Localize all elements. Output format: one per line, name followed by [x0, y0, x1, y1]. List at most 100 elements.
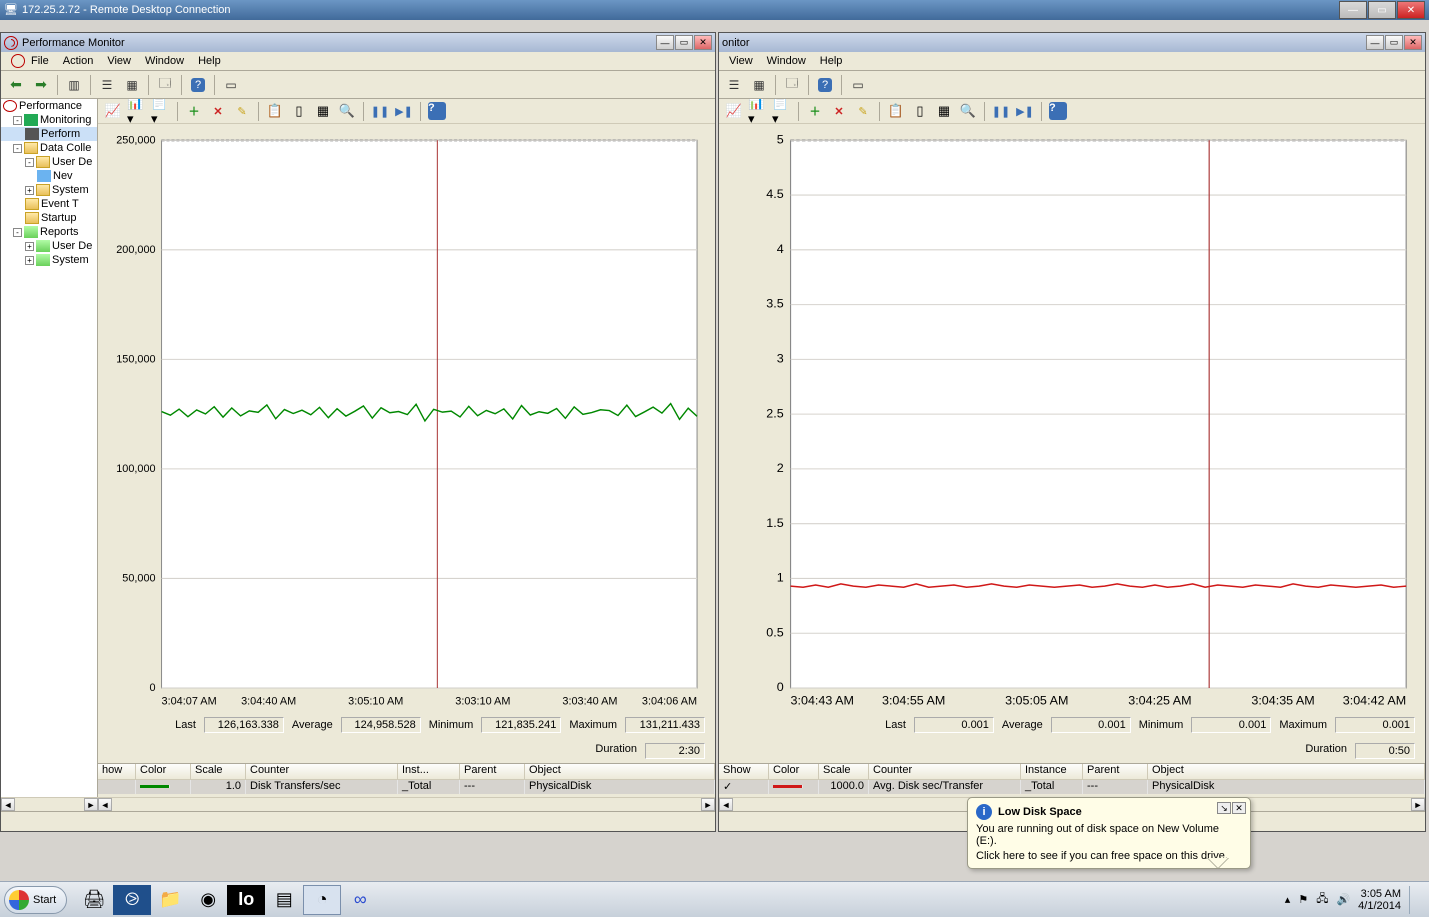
counter-row[interactable]: 1.0 Disk Transfers/sec _Total --- Physic… — [98, 780, 715, 794]
tree-system[interactable]: System — [52, 184, 89, 196]
menu-window[interactable]: Window — [145, 55, 184, 67]
tree-root[interactable]: Performance — [19, 100, 82, 112]
low-disk-balloon[interactable]: ↘✕ iLow Disk Space You are running out o… — [967, 797, 1251, 869]
menu-window-r[interactable]: Window — [767, 55, 806, 67]
copy-button[interactable]: 📋 — [264, 101, 286, 122]
properties-button[interactable]: ▦ — [933, 101, 955, 122]
expand-icon[interactable]: + — [25, 242, 34, 251]
tray-network-icon[interactable]: 🖧 — [1316, 890, 1328, 909]
export-button[interactable]: ▦ — [121, 74, 143, 96]
start-button[interactable]: Start — [4, 886, 67, 914]
help-button[interactable]: ? — [814, 74, 836, 96]
balloon-options-button[interactable]: ↘ — [1217, 802, 1231, 814]
view-histogram-button[interactable]: 📊▾ — [126, 101, 148, 122]
chart-area-right[interactable]: 00.511.522.533.544.553:04:43 AM3:04:55 A… — [719, 124, 1425, 713]
menu-view-r[interactable]: View — [729, 55, 753, 67]
help-button[interactable]: ? — [187, 74, 209, 96]
view-report-button[interactable]: 📄▾ — [771, 101, 793, 122]
add-counter-button[interactable]: ＋ — [183, 101, 205, 122]
delete-counter-button[interactable]: ✕ — [828, 101, 850, 122]
zoom-button[interactable]: 🔍 — [336, 101, 358, 122]
export-button[interactable]: ▦ — [748, 74, 770, 96]
paste-button[interactable]: ▯ — [909, 101, 931, 122]
rdp-minimize-button[interactable]: — — [1339, 1, 1367, 19]
chart-help-button[interactable]: ? — [1047, 101, 1069, 122]
rdp-maximize-button[interactable]: ▭ — [1368, 1, 1396, 19]
tray-show-hidden-icon[interactable]: ▴ — [1285, 893, 1291, 906]
cascade-button-r[interactable]: ▭ — [847, 74, 869, 96]
left-titlebar[interactable]: Performance Monitor — ▭ ✕ — [1, 33, 715, 52]
tree-reports-system[interactable]: System — [52, 254, 89, 266]
cascade-button[interactable]: ▭ — [220, 74, 242, 96]
view-graph-button[interactable]: 📈 — [723, 101, 745, 122]
left-maximize-button[interactable]: ▭ — [675, 35, 693, 50]
right-minimize-button[interactable]: — — [1366, 35, 1384, 50]
chart-help-button[interactable]: ? — [426, 101, 448, 122]
navigation-tree[interactable]: Performance -Monitoring Perform -Data Co… — [1, 99, 98, 811]
new-window-button[interactable]: 🗔 — [781, 74, 803, 96]
counter-grid-left[interactable]: how Color Scale Counter Inst... Parent O… — [98, 763, 715, 797]
update-button[interactable]: ▶❚ — [393, 101, 415, 122]
nav-forward-button[interactable]: ➡ — [30, 74, 52, 96]
tree-reports-user[interactable]: User De — [52, 240, 92, 252]
view-histogram-button[interactable]: 📊▾ — [747, 101, 769, 122]
menu-help-r[interactable]: Help — [820, 55, 843, 67]
properties-button[interactable]: ☰ — [96, 74, 118, 96]
view-report-button[interactable]: 📄▾ — [150, 101, 172, 122]
taskbar-chrome-icon[interactable]: ◉ — [189, 885, 227, 915]
expand-icon[interactable]: - — [13, 116, 22, 125]
chart-area-left[interactable]: 050,000100,000150,000200,000250,0003:04:… — [98, 124, 715, 713]
right-close-button[interactable]: ✕ — [1404, 35, 1422, 50]
counter-grid-right[interactable]: Show Color Scale Counter Instance Parent… — [719, 763, 1425, 797]
properties-button[interactable]: ☰ — [723, 74, 745, 96]
balloon-close-button[interactable]: ✕ — [1232, 802, 1246, 814]
nav-back-button[interactable]: ⬅ — [5, 74, 27, 96]
tray-show-desktop[interactable] — [1409, 886, 1419, 914]
right-maximize-button[interactable]: ▭ — [1385, 35, 1403, 50]
tree-reports[interactable]: Reports — [40, 226, 79, 238]
freeze-button[interactable]: ❚❚ — [369, 101, 391, 122]
tree-monitoring[interactable]: Monitoring — [40, 114, 91, 126]
system-tray[interactable]: ▴ ⚑ 🖧 🔊 3:05 AM 4/1/2014 — [1285, 886, 1419, 914]
highlight-button[interactable]: ✎ — [852, 101, 874, 122]
rdp-close-button[interactable]: ✕ — [1397, 1, 1425, 19]
taskbar-app1-icon[interactable]: ▤ — [265, 885, 303, 915]
grid-scrollbar-left[interactable]: ◄► — [98, 797, 715, 811]
taskbar-explorer-icon[interactable]: 📁 — [151, 885, 189, 915]
menu-action[interactable]: Action — [63, 55, 94, 67]
expand-icon[interactable]: - — [13, 228, 22, 237]
taskbar-vstudio-icon[interactable]: ∞ — [341, 885, 379, 915]
taskbar-perfmon-icon[interactable]: ◔ — [303, 885, 341, 915]
tree-user-defined[interactable]: User De — [52, 156, 92, 168]
paste-button[interactable]: ▯ — [288, 101, 310, 122]
menu-view[interactable]: View — [107, 55, 131, 67]
highlight-button[interactable]: ✎ — [231, 101, 253, 122]
menu-file[interactable]: File — [31, 55, 49, 67]
expand-icon[interactable]: - — [25, 158, 34, 167]
zoom-button[interactable]: 🔍 — [957, 101, 979, 122]
tray-volume-icon[interactable]: 🔊 — [1336, 893, 1350, 906]
taskbar-powershell-icon[interactable]: ⧁ — [113, 885, 151, 915]
menu-help[interactable]: Help — [198, 55, 221, 67]
tree-startup[interactable]: Startup — [41, 212, 76, 224]
left-close-button[interactable]: ✕ — [694, 35, 712, 50]
expand-icon[interactable]: - — [13, 144, 22, 153]
left-minimize-button[interactable]: — — [656, 35, 674, 50]
freeze-button[interactable]: ❚❚ — [990, 101, 1012, 122]
copy-button[interactable]: 📋 — [885, 101, 907, 122]
show-hide-tree-button[interactable]: ▥ — [63, 74, 85, 96]
add-counter-button[interactable]: ＋ — [804, 101, 826, 122]
update-button[interactable]: ▶❚ — [1014, 101, 1036, 122]
counter-row[interactable]: ✓ 1000.0 Avg. Disk sec/Transfer _Total -… — [719, 780, 1425, 794]
expand-icon[interactable]: + — [25, 256, 34, 265]
right-titlebar[interactable]: onitor — ▭ ✕ — [719, 33, 1425, 52]
tree-scrollbar[interactable]: ◄► — [1, 797, 98, 811]
tree-data-collector[interactable]: Data Colle — [40, 142, 91, 154]
tree-item[interactable]: Nev — [53, 170, 73, 182]
delete-counter-button[interactable]: ✕ — [207, 101, 229, 122]
taskbar-iometer-icon[interactable]: Io — [227, 885, 265, 915]
properties-button[interactable]: ▦ — [312, 101, 334, 122]
tray-time[interactable]: 3:05 AM — [1358, 888, 1401, 900]
new-window-button[interactable]: 🗔 — [154, 74, 176, 96]
tree-performance-monitor[interactable]: Perform — [41, 128, 80, 140]
